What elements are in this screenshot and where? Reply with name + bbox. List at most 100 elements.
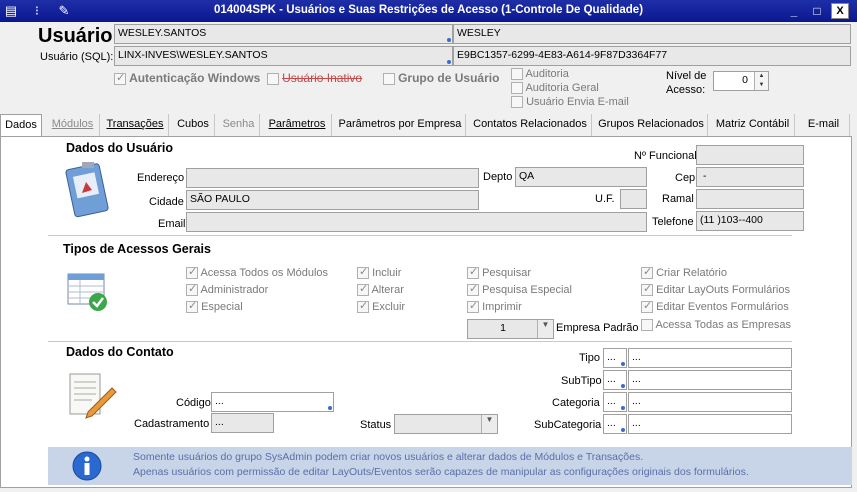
uf-label: U.F. [595, 193, 615, 205]
tab-parametros[interactable]: Parâmetros [263, 114, 332, 136]
checkbox-icon [186, 282, 198, 297]
depto-field[interactable]: QA [515, 167, 647, 187]
acessa-todas-empresas-checkbox[interactable]: Acessa Todas as Empresas [641, 319, 791, 332]
checkbox-icon [641, 282, 653, 297]
empresa-padrao-label: Empresa Padrão [556, 322, 639, 334]
checkbox-icon [186, 265, 198, 280]
subtipo-desc-field[interactable]: ... [628, 370, 792, 390]
autenticacao-windows-checkbox[interactable]: Autenticação Windows [114, 71, 260, 86]
tab-grupos-relacionados[interactable]: Grupos Relacionados [595, 114, 708, 136]
usuario-guid-field[interactable]: E9BC1357-6299-4E83-A614-9F87D3364F77 [453, 46, 851, 66]
telefone-field[interactable]: (11 )103--400 [696, 211, 804, 231]
imprimir-checkbox[interactable]: Imprimir [467, 299, 522, 314]
depto-label: Depto [483, 171, 513, 183]
chevron-down-icon[interactable]: ▼ [481, 415, 497, 433]
nivel-acesso-label-1: Nível de [666, 70, 707, 82]
incluir-checkbox[interactable]: Incluir [357, 265, 401, 280]
email-field[interactable] [186, 212, 647, 232]
grupo-usuario-checkbox[interactable]: Grupo de Usuário [383, 71, 499, 86]
user-badge-icon [64, 160, 112, 220]
subtipo-label: SubTipo [561, 375, 602, 387]
usuario-sql-field[interactable]: LINX-INVES\WESLEY.SANTOS [114, 46, 453, 66]
usuario-inativo-checkbox[interactable]: Usuário Inativo [267, 71, 362, 86]
cidade-field[interactable]: SÃO PAULO [186, 190, 479, 210]
checkbox-icon [357, 299, 369, 314]
tab-modulos[interactable]: Módulos [46, 114, 100, 136]
maximize-button[interactable]: □ [808, 3, 826, 19]
pesquisar-checkbox[interactable]: Pesquisar [467, 265, 531, 280]
usuario-envia-email-checkbox[interactable]: Usuário Envia E-mail [511, 96, 629, 109]
tipos-acessos-title: Tipos de Acessos Gerais [63, 242, 211, 256]
user-header: Usuário WESLEY.SANTOS WESLEY Usuário (SQ… [0, 22, 857, 115]
acessa-todos-modulos-checkbox[interactable]: Acessa Todos os Módulos [186, 265, 328, 280]
window-title: 014004SPK - Usuários e Suas Restrições d… [213, 4, 644, 16]
tab-parametros-empresa[interactable]: Parâmetros por Empresa [335, 114, 466, 136]
checkbox-icon [467, 265, 479, 280]
alterar-checkbox[interactable]: Alterar [357, 282, 404, 297]
excluir-checkbox[interactable]: Excluir [357, 299, 405, 314]
checkbox-icon [357, 265, 369, 280]
categoria-label: Categoria [552, 397, 600, 409]
info-text-line-2: Apenas usuários com permissão de editar … [133, 466, 749, 478]
cadastramento-field[interactable]: ... [211, 413, 274, 433]
status-combo[interactable]: ▼ [394, 414, 498, 434]
ramal-field[interactable] [696, 189, 804, 209]
tab-senha[interactable]: Senha [218, 114, 260, 136]
tab-matriz-contabil[interactable]: Matriz Contábil [711, 114, 795, 136]
n-funcional-field[interactable] [696, 145, 804, 165]
subcategoria-desc-field[interactable]: ... [628, 414, 792, 434]
auditoria-checkbox[interactable]: Auditoria [511, 68, 569, 81]
especial-checkbox[interactable]: Especial [186, 299, 243, 314]
checkbox-icon [467, 299, 479, 314]
chevron-down-icon[interactable]: ▼ [537, 320, 553, 338]
checkbox-icon [511, 82, 523, 95]
close-button[interactable]: X [831, 3, 849, 19]
checkbox-icon [641, 265, 653, 280]
info-icon [72, 451, 102, 481]
empresa-padrao-combo[interactable]: 1 ▼ [467, 319, 554, 339]
editar-eventos-checkbox[interactable]: Editar Eventos Formulários [641, 299, 789, 314]
tab-cubos[interactable]: Cubos [172, 114, 215, 136]
spinner-arrows-icon[interactable]: ▲ ▼ [754, 72, 768, 90]
tipo-label: Tipo [579, 352, 600, 364]
criar-relatorio-checkbox[interactable]: Criar Relatório [641, 265, 727, 280]
editar-layouts-checkbox[interactable]: Editar LayOuts Formulários [641, 282, 790, 297]
subtipo-code-field[interactable]: ... [603, 370, 627, 390]
tab-strip: Dados Módulos Transações Cubos Senha Par… [0, 114, 857, 136]
nome-field[interactable]: WESLEY [453, 24, 851, 44]
endereco-field[interactable] [186, 168, 479, 188]
dados-usuario-title: Dados do Usuário [66, 141, 173, 155]
pesquisa-especial-checkbox[interactable]: Pesquisa Especial [467, 282, 572, 297]
uf-field[interactable] [620, 189, 647, 209]
tab-email[interactable]: E-mail [798, 114, 850, 136]
minimize-button[interactable]: _ [785, 3, 803, 19]
tipo-desc-field[interactable]: ... [628, 348, 792, 368]
tab-contatos-relacionados[interactable]: Contatos Relacionados [469, 114, 592, 136]
codigo-field[interactable]: ... [211, 392, 334, 412]
categoria-desc-field[interactable]: ... [628, 392, 792, 412]
checkbox-icon [357, 282, 369, 297]
n-funcional-label: Nº Funcional [634, 150, 697, 162]
categoria-code-field[interactable]: ... [603, 392, 627, 412]
cep-label: Cep [675, 172, 696, 184]
nivel-acesso-label-2: Acesso: [666, 84, 706, 96]
status-label: Status [360, 419, 392, 431]
table-check-icon [66, 272, 112, 314]
cep-field[interactable]: - [696, 167, 804, 187]
tab-transacoes[interactable]: Transações [102, 114, 169, 136]
codigo-label: Código [176, 397, 211, 409]
checkbox-icon [186, 299, 198, 314]
tab-dados[interactable]: Dados [0, 114, 42, 136]
tipo-code-field[interactable]: ... [603, 348, 627, 368]
checkbox-icon [511, 68, 523, 81]
nivel-acesso-spinner[interactable]: 0 ▲ ▼ [713, 71, 769, 91]
usuario-field[interactable]: WESLEY.SANTOS [114, 24, 453, 44]
subcategoria-code-field[interactable]: ... [603, 414, 627, 434]
usuario-sql-label: Usuário (SQL): [40, 51, 114, 63]
checkbox-icon [641, 299, 653, 314]
auditoria-geral-checkbox[interactable]: Auditoria Geral [511, 82, 599, 95]
checkbox-icon [383, 73, 395, 86]
section-divider [48, 341, 792, 342]
administrador-checkbox[interactable]: Administrador [186, 282, 268, 297]
checkbox-icon [267, 73, 279, 86]
